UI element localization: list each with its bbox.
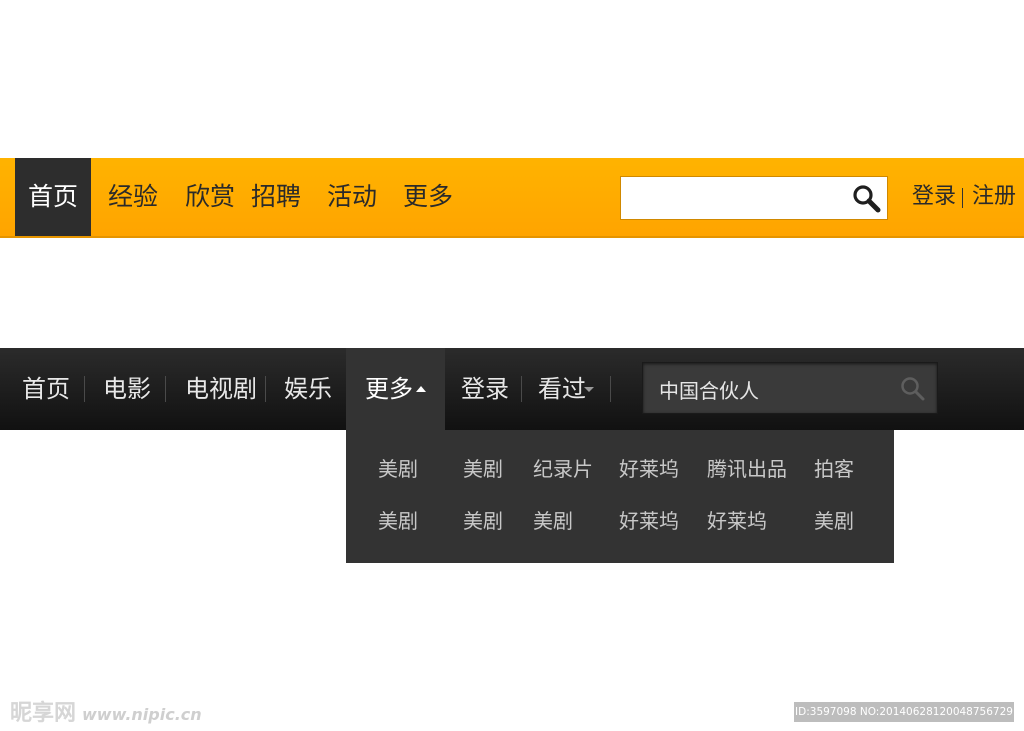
top-nav-item-appreciate[interactable]: 欣赏 [185,158,235,236]
search-icon [901,377,925,401]
top-auth-divider [962,188,963,208]
top-login-link[interactable]: 登录 [912,158,956,236]
dropdown-item[interactable]: 美剧 [378,507,418,535]
dark-nav-history[interactable]: 看过 [538,348,586,430]
dropdown-item[interactable]: 美剧 [463,455,503,483]
top-nav-item-more[interactable]: 更多 [403,158,453,236]
dark-nav-more-tab[interactable]: 更多 [346,348,445,432]
dark-search-box [642,362,938,414]
dropdown-item[interactable]: 美剧 [814,507,854,535]
top-search-input[interactable] [629,183,853,215]
dropdown-item[interactable]: 美剧 [378,455,418,483]
top-nav-item-jobs[interactable]: 招聘 [251,158,301,236]
top-nav-item-events[interactable]: 活动 [327,158,377,236]
dropdown-item[interactable]: 拍客 [814,455,854,483]
nav-divider [265,376,266,402]
top-nav-item-experience[interactable]: 经验 [108,158,158,236]
watermark-site: 昵享网 www.nipic.cn [10,700,202,728]
top-register-link[interactable]: 注册 [972,158,1016,236]
search-icon [853,185,881,213]
top-search-button[interactable] [849,181,883,215]
top-nav-item-home[interactable]: 首页 [15,158,91,236]
dropdown-item[interactable]: 美剧 [533,507,573,535]
chevron-down-icon [584,387,594,392]
dark-nav-item-entertainment[interactable]: 娱乐 [284,348,332,430]
dark-nav-login-link[interactable]: 登录 [461,348,509,430]
watermark-logo: 昵享网 [10,701,77,726]
watermark-id: ID:3597098 NO:20140628120048756729 [794,702,1014,722]
dropdown-item[interactable]: 纪录片 [533,455,593,483]
dropdown-item[interactable]: 好莱坞 [707,507,767,535]
dropdown-item[interactable]: 腾讯出品 [707,455,787,483]
dropdown-item[interactable]: 好莱坞 [619,507,679,535]
caret-up-icon [416,386,426,392]
dark-nav-item-tv[interactable]: 电视剧 [185,348,257,430]
history-label: 看过 [538,375,586,403]
more-dropdown-panel: 美剧 美剧 纪录片 好莱坞 腾讯出品 拍客 美剧 美剧 美剧 好莱坞 好莱坞 美… [346,430,894,563]
nav-divider [84,376,85,402]
nav-divider [521,376,522,402]
dropdown-item[interactable]: 好莱坞 [619,455,679,483]
more-tab-label: 更多 [365,375,413,403]
dark-nav-item-movies[interactable]: 电影 [103,348,151,430]
top-nav-bar: 首页 经验 欣赏 招聘 活动 更多 登录 注册 [0,158,1024,238]
watermark-url: www.nipic.cn [82,705,202,724]
nav-divider [165,376,166,402]
dropdown-item[interactable]: 美剧 [463,507,503,535]
dark-search-button[interactable] [899,375,927,403]
dark-nav-bar: 首页 电影 电视剧 娱乐 更多 登录 看过 [0,348,1024,432]
dark-search-input[interactable] [657,371,891,407]
dark-nav-item-home[interactable]: 首页 [22,348,70,430]
nav-divider [610,376,611,402]
top-search-box [620,176,888,220]
